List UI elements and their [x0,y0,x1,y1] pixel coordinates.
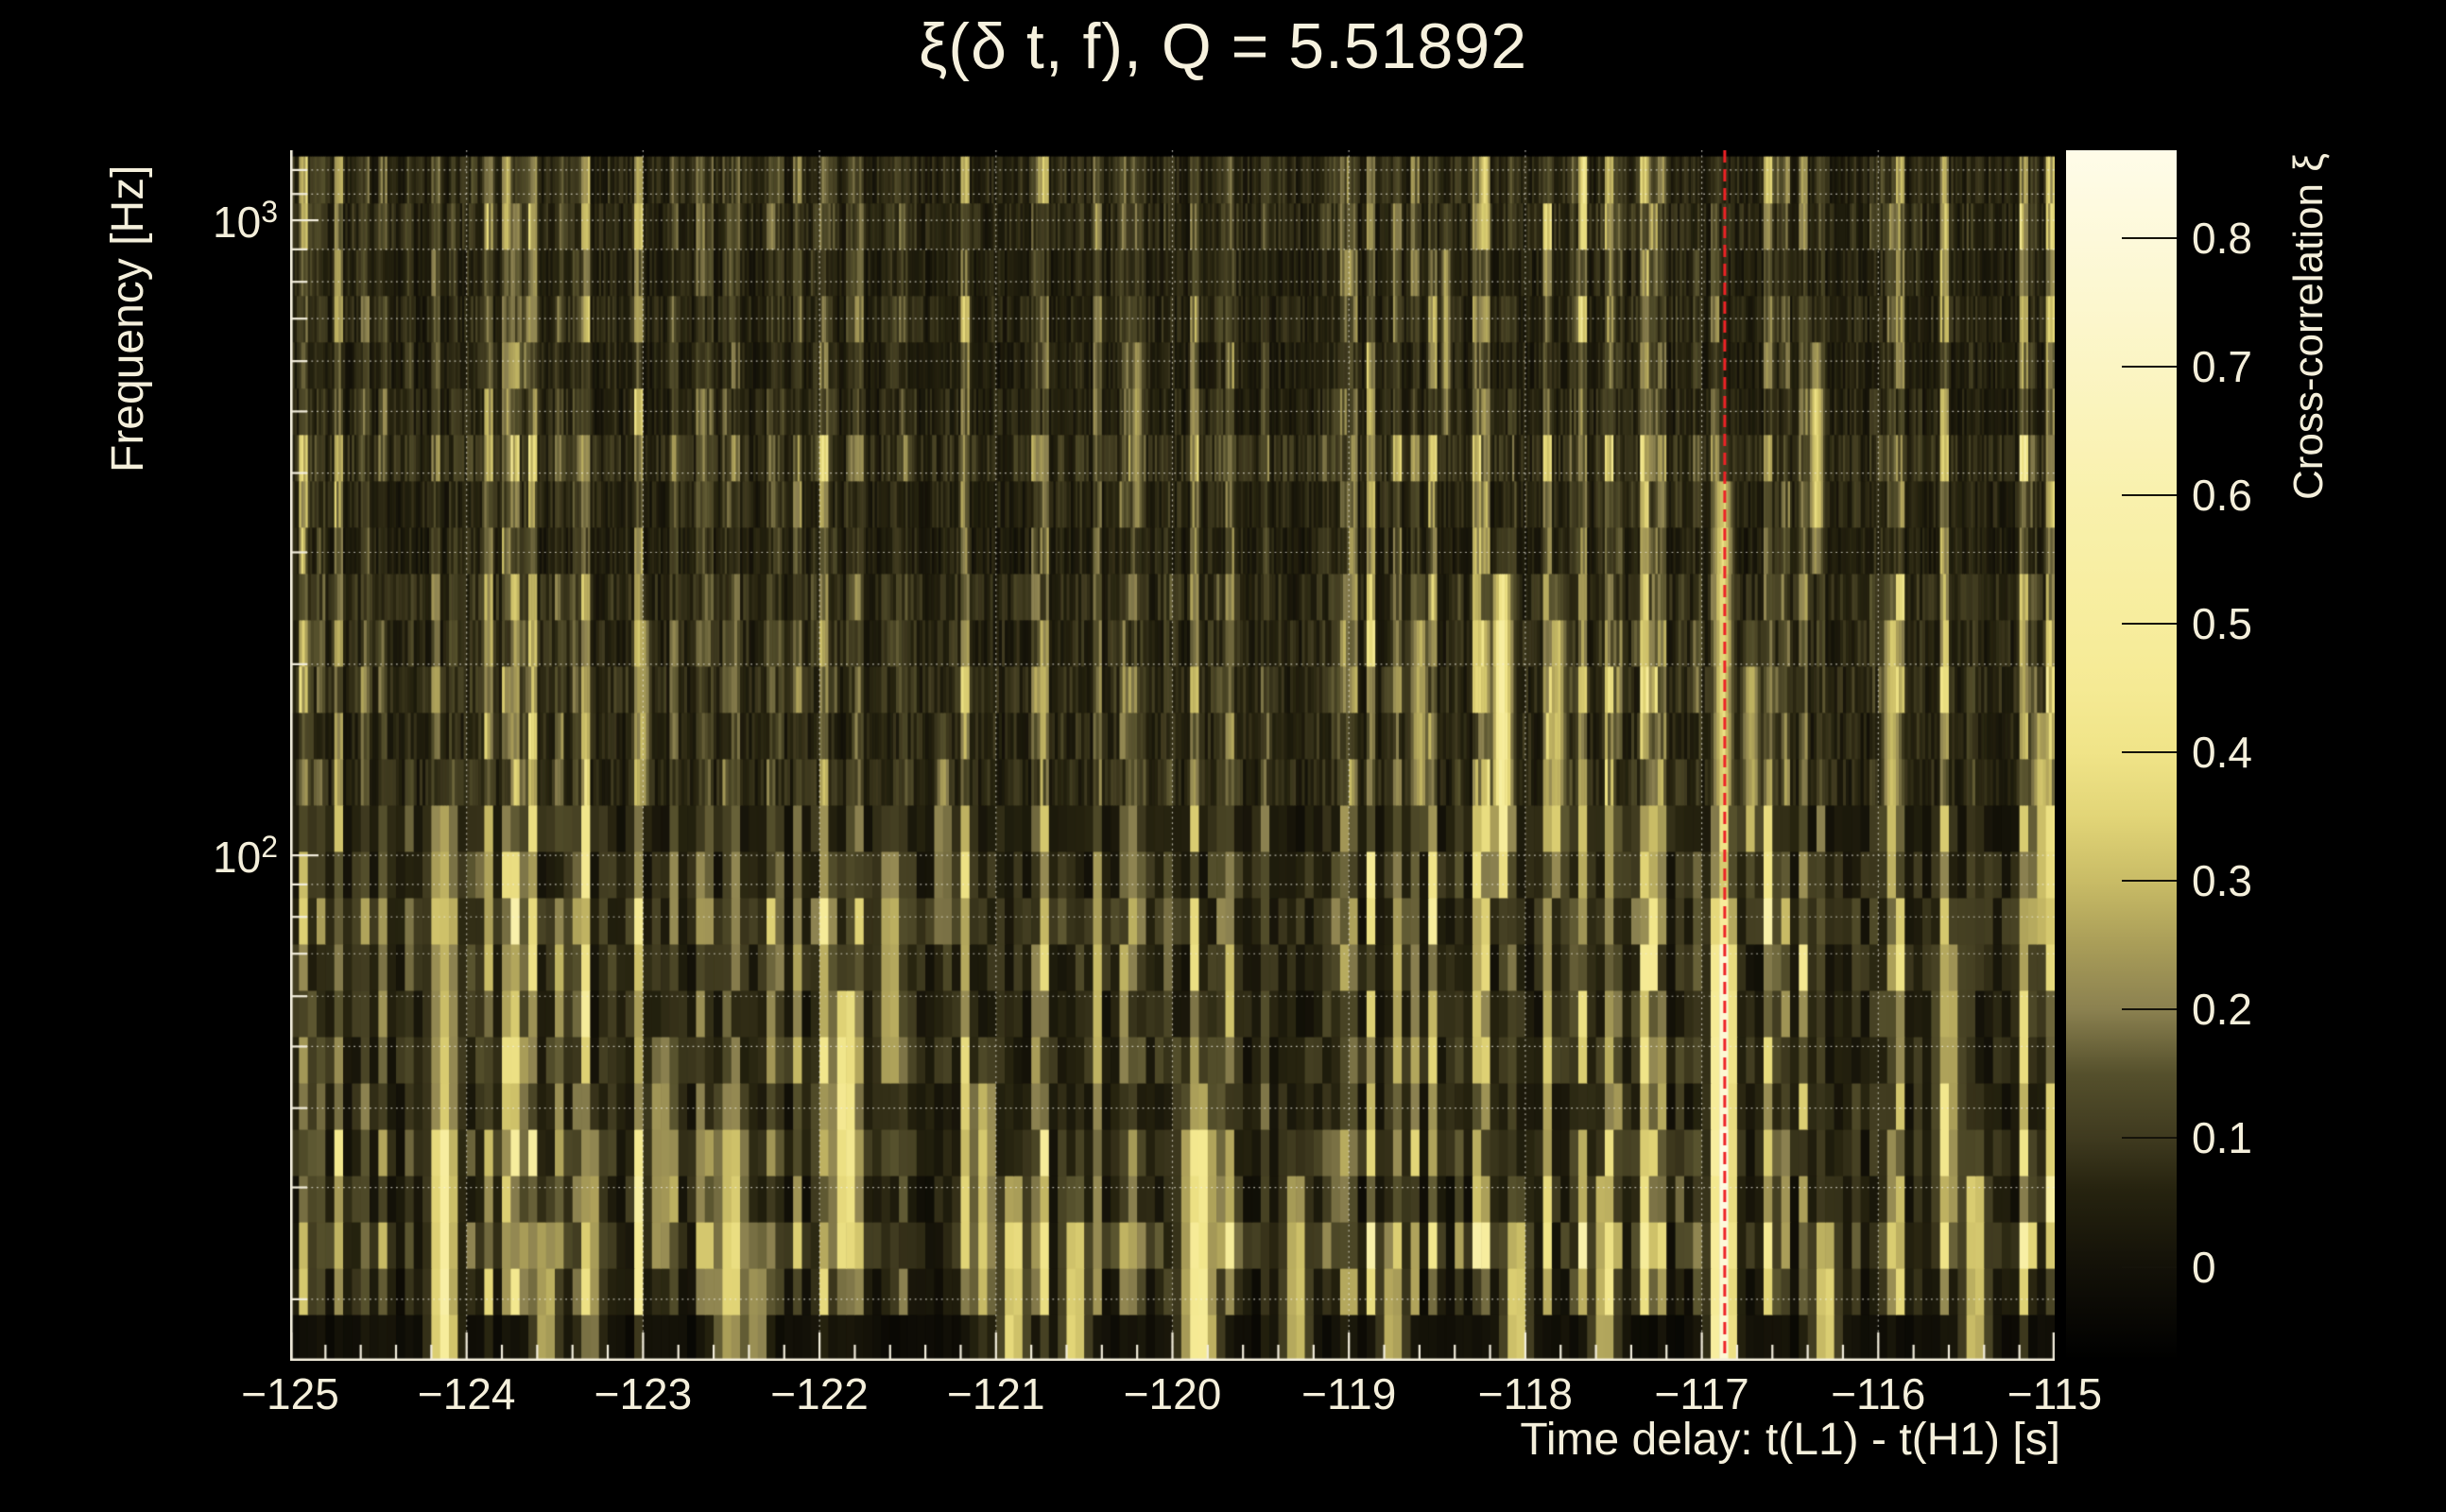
colorbar [2066,150,2177,1361]
colorbar-tick-label: 0.1 [2192,1113,2252,1163]
x-tick-label: −121 [946,1369,1045,1418]
colorbar-tick-label: 0.5 [2192,598,2252,648]
colorbar-tick [2122,493,2177,496]
x-tick-label: −115 [2007,1369,2103,1418]
colorbar-tick-label: 0.7 [2192,341,2252,391]
colorbar-tick-label: 0.6 [2192,470,2252,520]
heatmap-plot [290,150,2055,1361]
colorbar-tick-label: 0.4 [2192,728,2252,778]
colorbar-tick [2122,622,2177,625]
x-axis-title: Time delay: t(L1) - t(H1) [s] [1520,1415,2060,1465]
colorbar-tick [2122,751,2177,754]
colorbar-tick [2122,1008,2177,1011]
x-tick-label: −118 [1477,1369,1573,1418]
colorbar-tick-label: 0.2 [2192,985,2252,1035]
figure-canvas: ξ(δ t, f), Q = 5.51892 Frequency [Hz] 0 0… [0,0,2446,1512]
x-tick-label: −125 [241,1369,339,1418]
y-axis-title: Frequency [Hz] [103,164,153,472]
x-tick-label: −117 [1654,1369,1749,1418]
x-tick-label: −120 [1123,1369,1222,1418]
x-tick-label: −119 [1301,1369,1397,1418]
x-tick-label: −123 [594,1369,693,1418]
y-tick-label: 102 [213,829,278,883]
colorbar-tick-label: 0.8 [2192,213,2252,263]
plot-title: ξ(δ t, f), Q = 5.51892 [918,10,1528,82]
x-tick-label: −124 [417,1369,516,1418]
x-tick-label: −122 [770,1369,869,1418]
colorbar-tick [2122,880,2177,883]
colorbar-tick-label: 0 [2192,1242,2216,1292]
colorbar-title: Cross-correlation ξ [2285,153,2332,500]
colorbar-tick-label: 0.3 [2192,856,2252,906]
x-tick-label: −116 [1831,1369,1926,1418]
y-tick-label: 103 [213,194,278,248]
colorbar-tick [2122,1265,2177,1268]
colorbar-tick [2122,365,2177,368]
colorbar-tick [2122,236,2177,239]
colorbar-tick [2122,1137,2177,1140]
